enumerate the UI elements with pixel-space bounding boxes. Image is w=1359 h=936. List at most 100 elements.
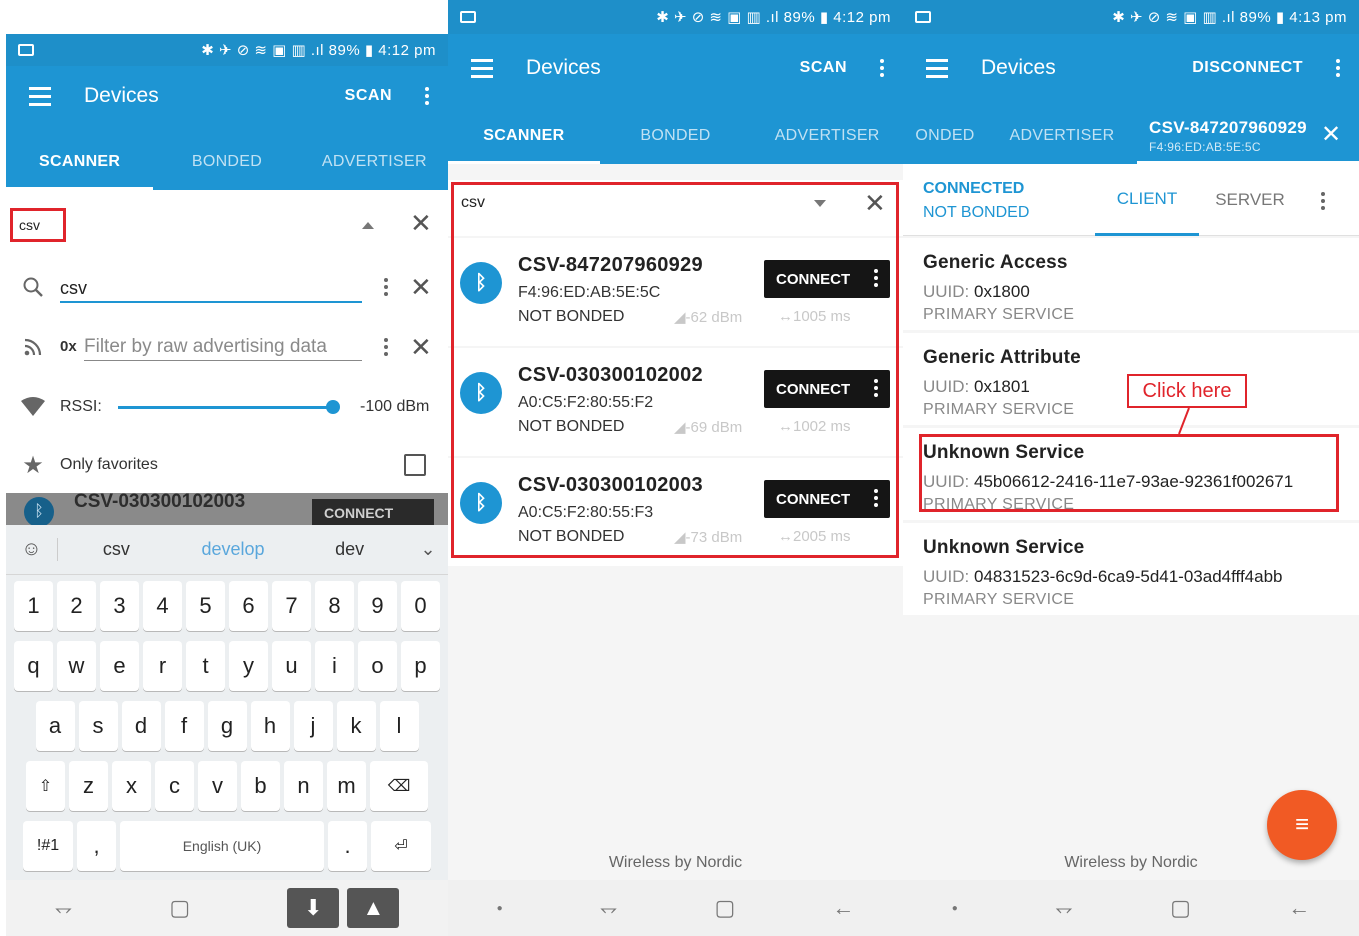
key[interactable]: q — [14, 641, 53, 691]
space-key[interactable]: English (UK) — [120, 821, 324, 871]
key[interactable]: k — [336, 701, 376, 751]
key[interactable]: d — [121, 701, 161, 751]
tab-advertiser[interactable]: ADVERTISER — [751, 108, 903, 164]
key[interactable]: y — [229, 641, 268, 691]
suggestion-1[interactable]: csv — [58, 539, 175, 560]
collapse-arrow-icon[interactable] — [362, 222, 374, 229]
suggestion-2[interactable]: develop — [175, 539, 292, 560]
tab-scanner[interactable]: SCANNER — [448, 108, 600, 164]
clear-raw-icon[interactable]: ✕ — [410, 334, 432, 360]
rssi-slider-track[interactable] — [118, 406, 334, 409]
shift-key-icon[interactable]: ⇧ — [26, 761, 65, 811]
subbar-menu-icon[interactable] — [1321, 192, 1325, 210]
key[interactable]: 5 — [186, 581, 225, 631]
key[interactable]: b — [241, 761, 280, 811]
filter-header[interactable]: csv ✕ — [6, 190, 448, 258]
service-list-item[interactable]: Generic Access UUID: 0x1800 PRIMARY SERV… — [903, 238, 1359, 330]
hex-prefix: 0x — [60, 338, 77, 355]
key[interactable]: j — [293, 701, 333, 751]
recent-apps-icon[interactable]: ⥐ — [600, 895, 618, 921]
clear-filter-icon[interactable]: ✕ — [410, 210, 432, 236]
fab-log-icon[interactable]: ≡ — [1267, 790, 1337, 860]
home-icon[interactable]: ▢ — [169, 895, 190, 921]
key[interactable]: e — [100, 641, 139, 691]
home-icon[interactable]: ▢ — [714, 895, 735, 921]
overflow-menu-icon[interactable] — [410, 87, 444, 105]
back-icon[interactable]: ← — [1288, 895, 1310, 921]
tab-advertiser[interactable]: ADVERTISER — [301, 134, 448, 190]
home-icon[interactable]: ▢ — [1170, 895, 1191, 921]
drive-icon[interactable]: ▲ — [347, 888, 400, 928]
tab-device[interactable]: CSV-847207960929 F4:96:ED:AB:5E:5C ✕ — [1137, 108, 1359, 164]
enter-key-icon[interactable]: ⏎ — [371, 821, 431, 871]
scan-button[interactable]: SCAN — [345, 87, 392, 105]
key[interactable]: c — [155, 761, 194, 811]
key[interactable]: 2 — [57, 581, 96, 631]
key[interactable]: u — [272, 641, 311, 691]
clear-name-icon[interactable]: ✕ — [410, 274, 432, 300]
key[interactable]: 3 — [100, 581, 139, 631]
symbols-key[interactable]: !#1 — [23, 821, 73, 871]
key[interactable]: r — [143, 641, 182, 691]
key[interactable]: x — [112, 761, 151, 811]
system-nav-bar: ⥐ ▢ ⬇ ▲ — [6, 880, 448, 936]
rssi-slider-thumb[interactable] — [326, 400, 340, 414]
period-key[interactable]: . — [328, 821, 367, 871]
hamburger-menu-icon[interactable] — [460, 38, 504, 98]
key[interactable]: h — [250, 701, 290, 751]
tab-client[interactable]: CLIENT — [1095, 164, 1199, 236]
key[interactable]: 6 — [229, 581, 268, 631]
key[interactable]: 0 — [401, 581, 440, 631]
key[interactable]: p — [401, 641, 440, 691]
key[interactable]: t — [186, 641, 225, 691]
name-filter-input[interactable]: csv — [60, 278, 362, 303]
overflow-menu-icon[interactable] — [1321, 59, 1355, 77]
key[interactable]: w — [57, 641, 96, 691]
raw-data-filter-input[interactable]: Filter by raw advertising data — [84, 336, 362, 361]
recent-apps-icon[interactable]: ⥐ — [1055, 895, 1073, 921]
comma-key[interactable]: , — [77, 821, 116, 871]
name-filter-menu-icon[interactable] — [384, 278, 388, 296]
suggestion-3[interactable]: dev — [291, 539, 408, 560]
key[interactable]: z — [69, 761, 108, 811]
hamburger-menu-icon[interactable] — [915, 38, 959, 98]
close-tab-icon[interactable]: ✕ — [1321, 120, 1341, 149]
connect-button[interactable]: CONNECT — [312, 499, 434, 525]
key[interactable]: a — [35, 701, 75, 751]
tab-advertiser[interactable]: ADVERTISER — [987, 108, 1137, 164]
connection-status: CONNECTED — [923, 180, 1025, 197]
tab-scanner[interactable]: SCANNER — [6, 134, 154, 190]
key[interactable]: n — [284, 761, 323, 811]
key[interactable]: o — [358, 641, 397, 691]
key[interactable]: 1 — [14, 581, 53, 631]
key[interactable]: m — [327, 761, 366, 811]
emoji-icon[interactable]: ☺ — [6, 538, 58, 561]
tab-server[interactable]: SERVER — [1203, 164, 1297, 236]
raw-filter-menu-icon[interactable] — [384, 338, 388, 356]
tab-bonded[interactable]: ONDED — [903, 108, 987, 164]
key[interactable]: 9 — [358, 581, 397, 631]
recent-apps-icon[interactable]: ⥐ — [55, 895, 73, 921]
backspace-key-icon[interactable]: ⌫ — [370, 761, 428, 811]
key[interactable]: s — [78, 701, 118, 751]
key[interactable]: 4 — [143, 581, 182, 631]
overflow-menu-icon[interactable] — [865, 59, 899, 77]
key[interactable]: i — [315, 641, 354, 691]
footer-text: Wireless by Nordic — [1064, 854, 1198, 871]
key[interactable]: 8 — [315, 581, 354, 631]
download-icon[interactable]: ⬇ — [287, 888, 340, 928]
favorites-checkbox[interactable] — [404, 454, 426, 476]
tab-bonded[interactable]: BONDED — [600, 108, 752, 164]
key[interactable]: l — [379, 701, 419, 751]
key[interactable]: f — [164, 701, 204, 751]
key[interactable]: v — [198, 761, 237, 811]
scan-button[interactable]: SCAN — [800, 59, 847, 77]
key[interactable]: g — [207, 701, 247, 751]
back-icon[interactable]: ← — [832, 895, 854, 921]
hamburger-menu-icon[interactable] — [18, 66, 62, 126]
service-list-item[interactable]: Unknown Service UUID: 04831523-6c9d-6ca9… — [903, 523, 1359, 615]
chevron-down-icon[interactable]: ⌄ — [408, 539, 448, 560]
tab-bonded[interactable]: BONDED — [153, 134, 300, 190]
disconnect-button[interactable]: DISCONNECT — [1192, 59, 1303, 77]
key[interactable]: 7 — [272, 581, 311, 631]
